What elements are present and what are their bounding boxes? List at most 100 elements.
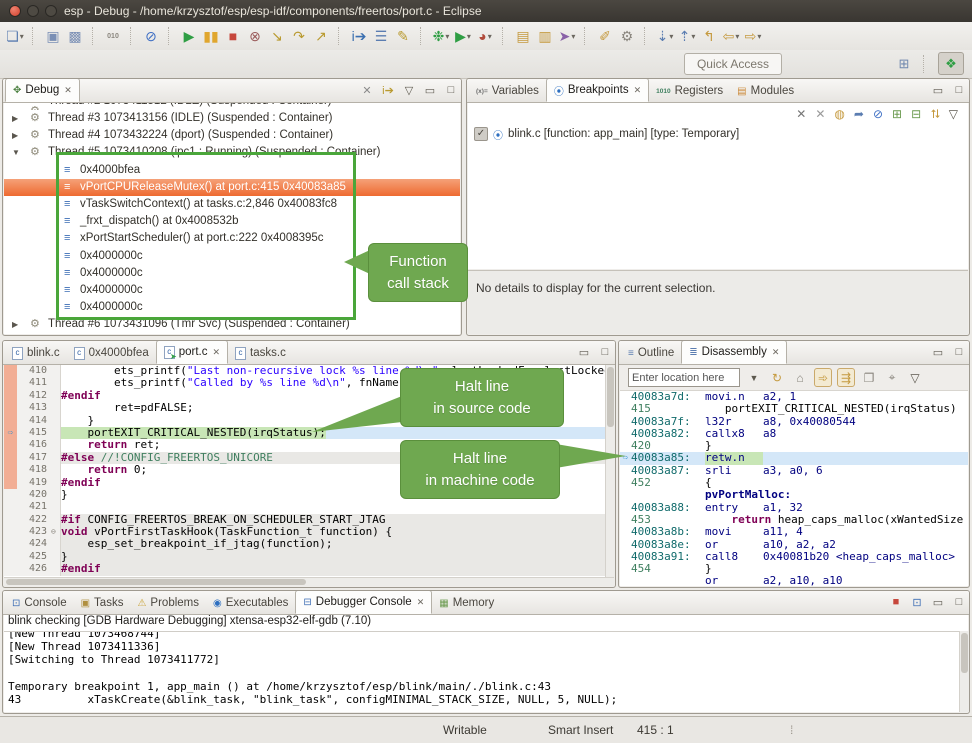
code-line[interactable]: 426#endif — [4, 563, 614, 575]
instruction-stepping-toggle-icon[interactable]: i➔ — [381, 84, 395, 97]
close-icon[interactable]: ✕ — [634, 85, 642, 96]
tab-outline[interactable]: ≡Outline — [621, 342, 681, 364]
disassembly-row[interactable]: 40083a8e:ora10, a2, a2 — [620, 539, 968, 551]
tab-problems[interactable]: ⚠Problems — [130, 592, 206, 614]
code-line[interactable]: 421 — [4, 501, 614, 513]
save-all-icon[interactable]: ▩ — [64, 25, 86, 47]
minimize-icon[interactable]: ▭ — [931, 596, 945, 609]
editor-vscrollbar[interactable] — [605, 365, 615, 578]
open-perspective-button[interactable]: ⊞ — [891, 52, 917, 75]
coverage-icon[interactable]: ▤ — [512, 25, 534, 47]
expand-arrow-icon[interactable]: ▶ — [12, 110, 18, 127]
view-menu-icon[interactable]: ▽ — [906, 368, 924, 387]
minimize-icon[interactable]: ▭ — [931, 84, 945, 97]
remove-breakpoint-icon[interactable]: ✕ — [796, 107, 806, 121]
terminate-icon[interactable]: ■ — [222, 25, 244, 47]
disassembly-row[interactable]: 40083a87:srlia3, a0, 6 — [620, 465, 968, 477]
home-icon[interactable]: ⌂ — [791, 368, 809, 387]
disassembly-row[interactable]: 40083a82:callx8a8 — [620, 428, 968, 440]
expand-all-icon[interactable]: ⊞ — [892, 107, 902, 121]
back-icon[interactable]: ⇦▾ — [720, 25, 742, 47]
maximize-icon[interactable]: □ — [444, 84, 458, 96]
tab-memory[interactable]: ▦Memory — [432, 592, 501, 614]
tab-console[interactable]: ⊡Console — [5, 592, 74, 614]
view-menu-icon[interactable]: ▽ — [402, 84, 416, 97]
tab-executables[interactable]: ◉Executables — [206, 592, 295, 614]
close-icon[interactable]: ✕ — [772, 347, 780, 358]
instruction-stepping-icon[interactable]: i➔ — [348, 25, 370, 47]
code-line[interactable]: 425} — [4, 551, 614, 563]
quick-access-button[interactable]: Quick Access — [684, 53, 782, 75]
sync-selection-icon[interactable]: ⇶ — [837, 368, 855, 387]
disassembly-row[interactable]: 40083a8b:movia11, 4 — [620, 526, 968, 538]
go-to-file-icon[interactable]: ➦ — [854, 107, 864, 121]
tab-modules[interactable]: ▤Modules — [730, 80, 801, 102]
step-into-icon[interactable]: ↘ — [266, 25, 288, 47]
tab-0x4000bfea[interactable]: c0x4000bfea — [67, 342, 156, 364]
minimize-icon[interactable]: ▭ — [577, 346, 591, 359]
step-over-icon[interactable]: ↷ — [288, 25, 310, 47]
new-icon[interactable]: ❏▾ — [4, 25, 26, 47]
maximize-icon[interactable]: □ — [598, 346, 612, 358]
code-line[interactable]: 424 esp_set_breakpoint_if_jtag(function)… — [4, 538, 614, 550]
collapse-all-icon[interactable]: ⊟ — [911, 107, 921, 121]
profile-icon[interactable]: ◕▾ — [474, 25, 496, 47]
tab-variables[interactable]: (x)=Variables — [469, 80, 546, 102]
resume-icon[interactable]: ▶ — [178, 25, 200, 47]
open-new-view-icon[interactable]: ❐ — [860, 368, 878, 387]
tab-blink-c[interactable]: cblink.c — [5, 342, 67, 364]
close-icon[interactable]: ✕ — [213, 347, 221, 358]
settings-icon[interactable]: ⚙ — [616, 25, 638, 47]
tab-disassembly[interactable]: ≣Disassembly✕ — [681, 340, 787, 364]
follow-pc-icon[interactable]: ➾ — [814, 368, 832, 387]
editor-hscroll-thumb[interactable] — [6, 579, 306, 585]
disassembly-listing[interactable]: 40083a7d:movi.na2, 1415 portEXIT_CRITICA… — [620, 391, 968, 586]
minimize-button[interactable] — [27, 5, 39, 17]
drop-to-frame-icon[interactable]: ☰ — [370, 25, 392, 47]
location-input[interactable] — [628, 368, 740, 387]
minimize-icon[interactable]: ▭ — [931, 346, 945, 359]
code-line[interactable]: 422#if CONFIG_FREERTOS_BREAK_ON_SCHEDULE… — [4, 514, 614, 526]
thread-row[interactable]: ⚙Thread #2 1073411512 (IDLE) (Suspended … — [4, 103, 460, 110]
disassembly-row[interactable]: 40083a91:call80x40081b20 <heap_caps_mall… — [620, 551, 968, 563]
external-tools-icon[interactable]: ➤▾ — [556, 25, 578, 47]
last-edit-location-icon[interactable]: ↰ — [698, 25, 720, 47]
tab-tasks-c[interactable]: ctasks.c — [228, 342, 293, 364]
link-with-debug-icon[interactable]: ⮁ — [930, 107, 940, 122]
tab-tasks[interactable]: ▣Tasks — [74, 592, 131, 614]
stack-frame-row[interactable]: ≡_frxt_dispatch() at 0x4008532b — [4, 213, 460, 230]
tab-debug[interactable]: ✥Debug✕ — [5, 78, 80, 102]
disassembly-row[interactable]: 415 portEXIT_CRITICAL_NESTED(irqStatus) — [620, 403, 968, 415]
disassembly-row[interactable]: pvPortMalloc: — [620, 489, 968, 501]
close-button[interactable] — [9, 5, 21, 17]
step-return-icon[interactable]: ↗ — [310, 25, 332, 47]
location-dropdown[interactable]: ▼ — [745, 368, 763, 387]
maximize-icon[interactable]: □ — [952, 346, 966, 358]
stack-frame-row[interactable]: ≡vTaskSwitchContext() at tasks.c:2,846 0… — [4, 196, 460, 213]
save-icon[interactable]: ▣ — [42, 25, 64, 47]
stack-frame-row[interactable]: ≡vPortCPUReleaseMutex() at port.c:415 0x… — [4, 179, 460, 196]
maximize-icon[interactable]: □ — [952, 84, 966, 96]
pin-icon[interactable]: ⌖ — [883, 368, 901, 387]
code-line[interactable]: 423⊖void vPortFirstTaskHook(TaskFunction… — [4, 526, 614, 538]
disconnect-icon[interactable]: ⊗ — [244, 25, 266, 47]
expand-arrow-icon[interactable]: ▼ — [12, 144, 20, 161]
console-vscrollbar[interactable] — [959, 631, 969, 712]
editor-vscroll-thumb[interactable] — [607, 367, 614, 427]
disassembly-row[interactable]: ora2, a10, a10 — [620, 575, 968, 586]
binary-icon[interactable]: 010 — [102, 25, 124, 47]
use-step-filters-icon[interactable]: ✎ — [392, 25, 414, 47]
breakpoint-checkbox[interactable]: ✓ — [474, 127, 488, 141]
tab-port-c[interactable]: c➤port.c✕ — [156, 340, 228, 364]
view-menu-icon[interactable]: ▽ — [949, 107, 958, 121]
disassembly-row[interactable]: 452{ — [620, 477, 968, 489]
breakpoint-row[interactable]: ✓ ⦿ blink.c [function: app_main] [type: … — [468, 125, 968, 143]
previous-annotation-icon[interactable]: ⇡▾ — [676, 25, 698, 47]
thread-row[interactable]: ▶⚙Thread #4 1073432224 (dport) (Suspende… — [4, 127, 460, 144]
remove-all-breakpoints-icon[interactable]: ✕ — [815, 107, 825, 121]
run-icon[interactable]: ▶▾ — [452, 25, 474, 47]
expand-arrow-icon[interactable]: ▶ — [12, 127, 18, 144]
maximize-button[interactable] — [45, 5, 57, 17]
close-icon[interactable]: ✕ — [417, 597, 425, 608]
thread-row[interactable]: ▼⚙Thread #5 1073410208 (ipc1 : Running) … — [4, 144, 460, 161]
